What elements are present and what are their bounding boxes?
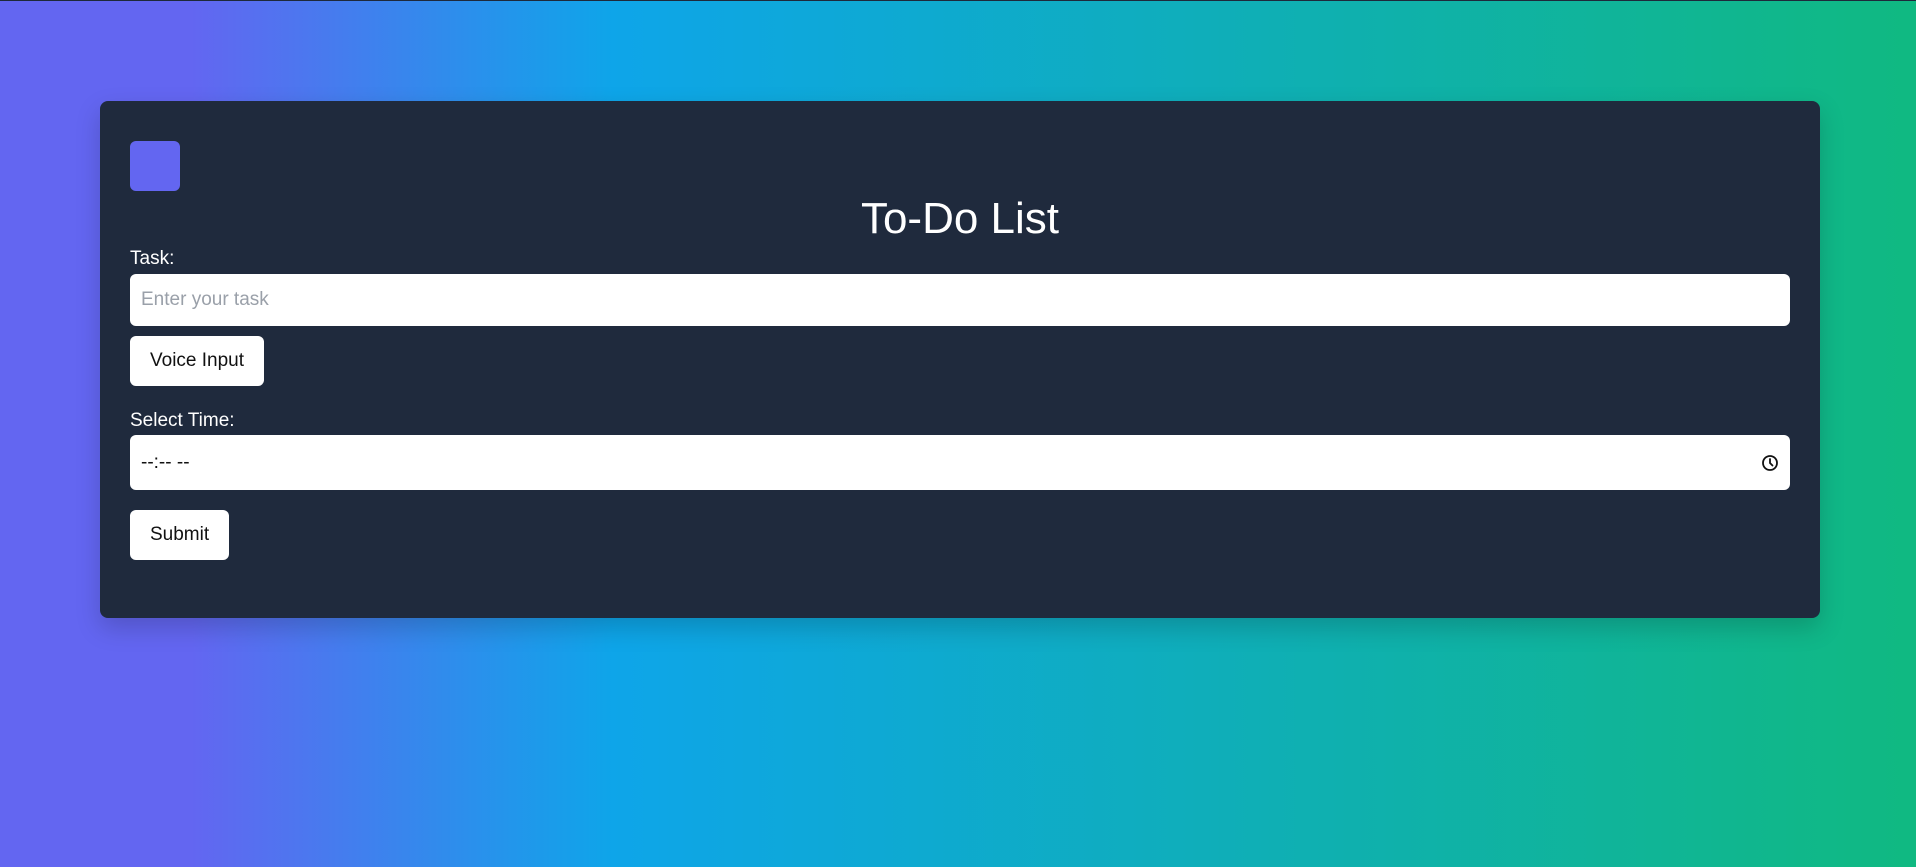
time-label: Select Time: [130, 410, 235, 431]
time-input[interactable]: --:-- -- [130, 435, 1790, 490]
task-input[interactable] [130, 274, 1790, 326]
page-title: To-Do List [860, 194, 1060, 243]
todo-card: To-Do List Task: Voice Input Select Time… [100, 101, 1820, 618]
app-logo [130, 141, 180, 191]
clock-icon[interactable] [1761, 454, 1779, 472]
voice-input-button[interactable]: Voice Input [130, 336, 265, 386]
submit-button[interactable]: Submit [130, 510, 230, 560]
time-value[interactable]: --:-- -- [141, 452, 1761, 474]
task-label: Task: [130, 248, 175, 269]
top-border-line [0, 0, 1916, 1]
